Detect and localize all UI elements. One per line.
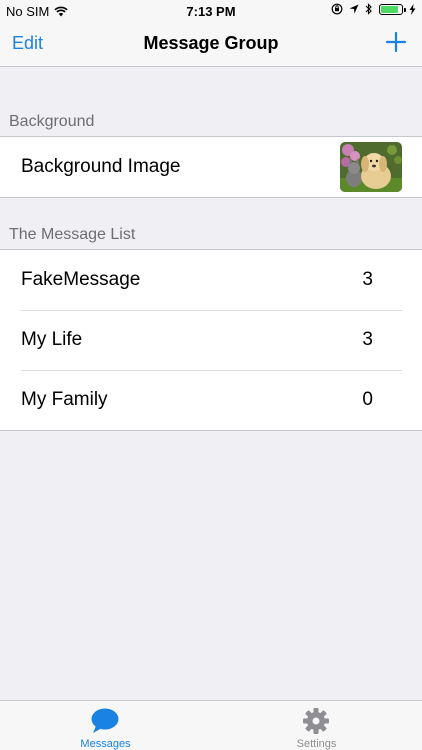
section-header-message-list: The Message List (9, 226, 136, 243)
tab-messages[interactable]: Messages (0, 701, 211, 750)
bluetooth-icon (365, 3, 372, 15)
section-header-background: Background (9, 113, 95, 130)
list-item[interactable]: FakeMessage 3 (0, 250, 422, 310)
tab-bar: Messages Settings (0, 700, 422, 750)
orientation-lock-icon (331, 3, 343, 15)
navigation-bar: Edit Message Group (0, 22, 422, 66)
tab-messages-label: Messages (80, 738, 131, 750)
top-bar: No SIM 7:13 PM Edit Message Group (0, 0, 422, 67)
tab-settings[interactable]: Settings (211, 701, 422, 750)
list-item-label: FakeMessage (21, 269, 141, 290)
status-icons (331, 3, 416, 15)
status-bar: No SIM 7:13 PM (0, 0, 422, 22)
speech-bubble-icon (91, 708, 119, 733)
list-item[interactable]: My Family 0 (0, 370, 422, 430)
puppy-kitten-image (340, 142, 402, 192)
background-group: Background Image (0, 136, 422, 198)
battery-icon (379, 3, 406, 15)
gear-icon (303, 708, 329, 734)
list-item-count: 3 (362, 329, 373, 350)
list-item-label: My Family (21, 389, 108, 410)
list-item-count: 3 (362, 269, 373, 290)
plus-icon[interactable] (382, 28, 410, 56)
tab-settings-label: Settings (296, 738, 337, 750)
location-arrow-icon (349, 4, 359, 14)
background-image-row[interactable]: Background Image (0, 137, 422, 197)
screen: No SIM 7:13 PM Edit Message Group Backgr… (0, 0, 422, 750)
page-title: Message Group (143, 33, 279, 53)
list-item[interactable]: My Life 3 (0, 310, 422, 370)
list-item-count: 0 (362, 389, 373, 410)
message-list-group: FakeMessage 3 My Life 3 My Family 0 (0, 249, 422, 431)
background-image-label: Background Image (21, 156, 181, 177)
charging-bolt-icon (409, 3, 416, 15)
battery-fill (381, 5, 398, 13)
list-item-label: My Life (21, 329, 83, 350)
background-thumbnail (340, 142, 402, 192)
